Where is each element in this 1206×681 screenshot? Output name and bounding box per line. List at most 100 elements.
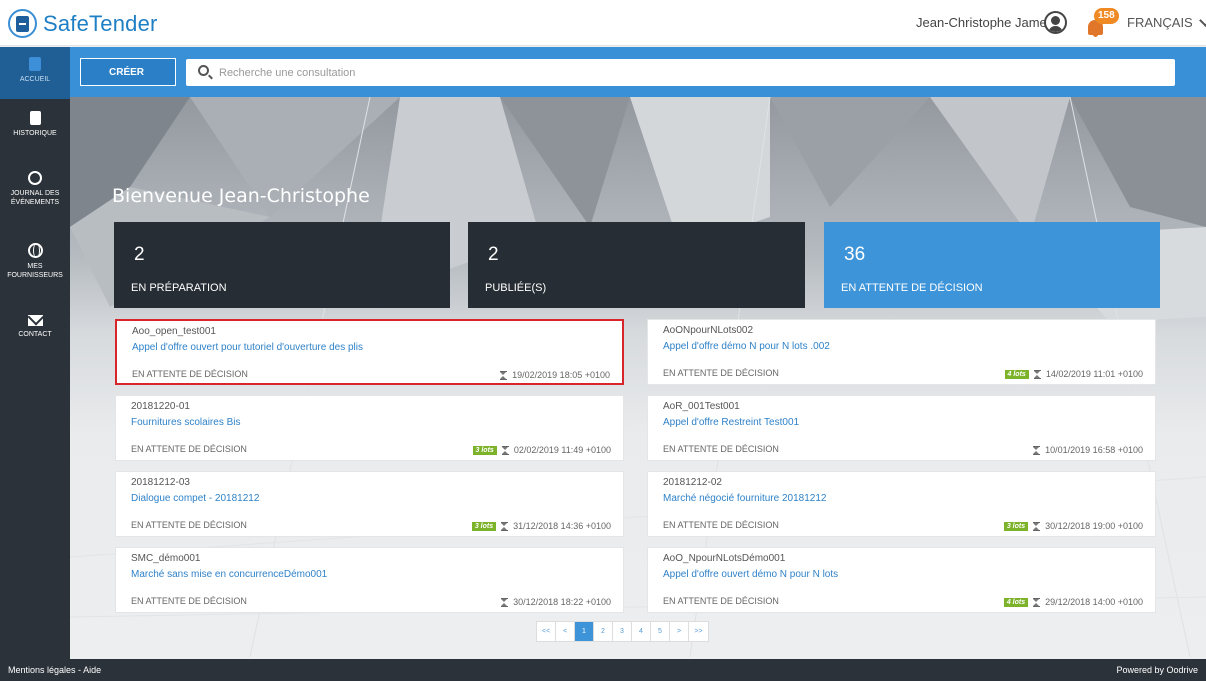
consultation-card[interactable]: 20181212-03 Dialogue compet - 20181212 E… [115, 471, 624, 537]
user-avatar-icon[interactable] [1044, 11, 1067, 34]
aide-link[interactable]: Aide [83, 665, 101, 675]
consultation-deadline: 4 lots 14/02/2019 11:01 +0100 [1004, 369, 1143, 379]
consultation-ref: AoONpourNLots002 [663, 325, 754, 336]
hourglass-icon [500, 370, 508, 380]
page-4-button[interactable]: 4 [632, 622, 651, 641]
consultation-card[interactable]: 20181212-02 Marché négocié fourniture 20… [647, 471, 1156, 537]
notification-count-badge[interactable]: 158 [1094, 8, 1119, 24]
consultation-title-link[interactable]: Fournitures scolaires Bis [131, 417, 240, 428]
consultation-title-link[interactable]: Marché négocié fourniture 20181212 [663, 493, 826, 504]
stat-tile-en-preparation[interactable]: 2 EN PRÉPARATION [114, 222, 450, 308]
mail-icon [27, 315, 43, 326]
hourglass-icon [501, 521, 509, 531]
consultation-card[interactable]: SMC_démo001 Marché sans mise en concurre… [115, 547, 624, 613]
stat-tile-publiees[interactable]: 2 PUBLIÉE(S) [468, 222, 805, 308]
page-1-button[interactable]: 1 [575, 622, 594, 641]
sidebar-item-label-line2: FOURNISSEURS [7, 272, 63, 279]
chevron-down-icon [1198, 13, 1206, 27]
history-clock-icon [28, 171, 42, 185]
hourglass-icon [1033, 521, 1041, 531]
footer: Mentions légales - Aide Powered by Oodri… [0, 659, 1206, 681]
consultation-status: EN ATTENTE DE DÉCISION [663, 520, 779, 530]
document-icon [29, 111, 41, 125]
stat-count: 2 [488, 244, 499, 265]
search-input[interactable] [219, 63, 1159, 82]
page-next-button[interactable]: > [670, 622, 689, 641]
page-first-button[interactable]: << [537, 622, 556, 641]
page-5-button[interactable]: 5 [651, 622, 670, 641]
stat-label: EN ATTENTE DE DÉCISION [841, 282, 983, 294]
consultation-card[interactable]: AoR_001Test001 Appel d'offre Restreint T… [647, 395, 1156, 461]
sidebar-item-journal-des-evenements[interactable]: JOURNAL DES ÉVÉNEMENTS [0, 171, 70, 207]
language-label: FRANÇAIS [1127, 15, 1193, 30]
hourglass-icon [501, 597, 509, 607]
consultation-date: 30/12/2018 19:00 +0100 [1045, 521, 1143, 531]
sidebar-item-label: ACCUEIL [19, 76, 51, 83]
consultation-date: 19/02/2019 18:05 +0100 [512, 370, 610, 380]
consultation-deadline: 4 lots 29/12/2018 14:00 +0100 [1003, 597, 1143, 607]
powered-by-text: Powered by Oodrive [1116, 665, 1198, 675]
logo-icon [8, 9, 37, 38]
consultation-deadline: 10/01/2019 16:58 +0100 [1033, 445, 1143, 455]
consultation-date: 29/12/2018 14:00 +0100 [1045, 597, 1143, 607]
consultation-ref: AoR_001Test001 [663, 401, 740, 412]
consultation-title-link[interactable]: Dialogue compet - 20181212 [131, 493, 259, 504]
globe-icon [27, 243, 43, 258]
search-icon [198, 65, 209, 76]
consultation-card[interactable]: AoO_NpourNLotsDémo001 Appel d'offre ouve… [647, 547, 1156, 613]
consultation-deadline: 3 lots 02/02/2019 11:49 +0100 [472, 445, 611, 455]
sidebar-item-historique[interactable]: HISTORIQUE [0, 111, 70, 138]
sidebar-item-mes-fournisseurs[interactable]: MES FOURNISSEURS [0, 243, 70, 280]
consultation-ref: AoO_NpourNLotsDémo001 [663, 553, 786, 564]
consultation-deadline: 3 lots 30/12/2018 19:00 +0100 [1003, 521, 1143, 531]
sidebar-item-label-line2: ÉVÉNEMENTS [10, 199, 60, 206]
lots-badge: 4 lots [1004, 369, 1029, 379]
consultation-card[interactable]: AoONpourNLots002 Appel d'offre démo N po… [647, 319, 1156, 385]
lots-badge: 3 lots [472, 445, 497, 455]
hourglass-icon [1033, 369, 1041, 379]
hourglass-icon [501, 445, 509, 455]
sidebar-item-label-line1: MES [27, 263, 43, 270]
page-3-button[interactable]: 3 [613, 622, 632, 641]
consultation-title-link[interactable]: Appel d'offre ouvert pour tutoriel d'ouv… [132, 342, 363, 353]
mentions-legales-link[interactable]: Mentions légales [8, 665, 76, 675]
create-button[interactable]: CRÉER [80, 58, 176, 86]
stat-tile-en-attente-de-decision[interactable]: 36 EN ATTENTE DE DÉCISION [824, 222, 1160, 308]
language-selector[interactable]: FRANÇAIS [1127, 13, 1206, 30]
consultation-status: EN ATTENTE DE DÉCISION [131, 520, 247, 530]
sidebar-item-contact[interactable]: CONTACT [0, 315, 70, 339]
hourglass-icon [1033, 445, 1041, 455]
page-last-button[interactable]: >> [689, 622, 708, 641]
consultation-deadline: 30/12/2018 18:22 +0100 [501, 597, 611, 607]
sidebar-item-accueil[interactable]: ACCUEIL [0, 47, 70, 99]
lots-badge: 3 lots [471, 521, 497, 531]
consultation-deadline: 19/02/2019 18:05 +0100 [500, 370, 610, 380]
consultation-ref: 20181212-03 [131, 477, 190, 488]
stat-count: 2 [134, 244, 145, 265]
consultation-title-link[interactable]: Marché sans mise en concurrenceDémo001 [131, 569, 327, 580]
consultation-card[interactable]: 20181220-01 Fournitures scolaires Bis EN… [115, 395, 624, 461]
consultation-title-link[interactable]: Appel d'offre ouvert démo N pour N lots [663, 569, 838, 580]
consultation-date: 10/01/2019 16:58 +0100 [1045, 445, 1143, 455]
sidebar-nav: ACCUEIL HISTORIQUE JOURNAL DES ÉVÉNEMENT… [0, 47, 70, 659]
action-bar: CRÉER [70, 47, 1206, 97]
stat-label: PUBLIÉE(S) [485, 282, 547, 294]
consultation-date: 02/02/2019 11:49 +0100 [513, 445, 611, 455]
app-logo[interactable]: SafeTender [8, 9, 158, 38]
consultation-date: 31/12/2018 14:36 +0100 [513, 521, 611, 531]
user-name[interactable]: Jean-Christophe Jamet [916, 15, 1050, 30]
search-box[interactable] [186, 59, 1175, 86]
footer-links: Mentions légales - Aide [8, 665, 101, 675]
app-name: SafeTender [43, 10, 158, 36]
stat-label: EN PRÉPARATION [131, 282, 227, 294]
consultation-date: 30/12/2018 18:22 +0100 [513, 597, 611, 607]
page-2-button[interactable]: 2 [594, 622, 613, 641]
consultation-title-link[interactable]: Appel d'offre démo N pour N lots .002 [663, 341, 830, 352]
consultation-title-link[interactable]: Appel d'offre Restreint Test001 [663, 417, 799, 428]
consultation-deadline: 3 lots 31/12/2018 14:36 +0100 [471, 521, 611, 531]
page-previous-button[interactable]: < [556, 622, 575, 641]
book-icon [29, 57, 41, 71]
consultation-card[interactable]: Aoo_open_test001 Appel d'offre ouvert po… [115, 319, 624, 385]
hourglass-icon [1033, 597, 1041, 607]
consultation-date: 14/02/2019 11:01 +0100 [1045, 369, 1143, 379]
